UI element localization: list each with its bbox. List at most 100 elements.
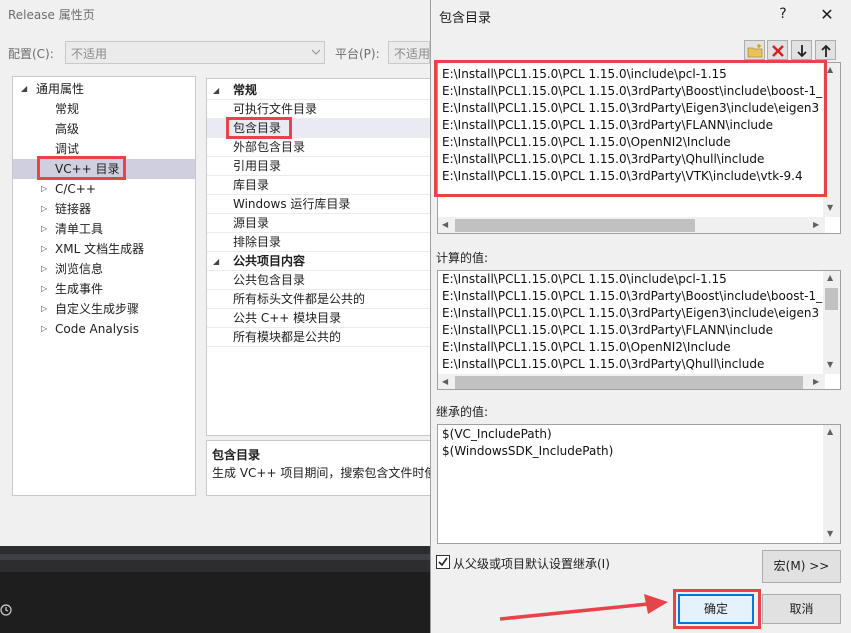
inherited-values-list[interactable]: $(WindowsSDK_IncludePath) $(VC_IncludePat… xyxy=(437,424,841,544)
tree-item[interactable]: 调试 xyxy=(13,139,195,159)
tree-item[interactable]: ◢ 通用属性 xyxy=(13,79,195,99)
configuration-label: 配置(C): xyxy=(8,47,54,61)
property-row[interactable]: 引用目录 xyxy=(207,157,431,176)
expand-chevron-icon[interactable]: ▷ xyxy=(41,179,47,199)
path-line[interactable]: E:\Install\PCL1.15.0\PCL 1.15.0\3rdParty… xyxy=(442,83,837,100)
path-line[interactable]: E:\Install\PCL1.15.0\PCL 1.15.0\3rdParty… xyxy=(442,100,819,117)
path-line: E:\Install\PCL1.15.0\PCL 1.15.0\3rdParty… xyxy=(442,289,838,303)
arrow-up-icon xyxy=(821,44,831,57)
inherited-vertical-scrollbar[interactable]: ▲ ▼ xyxy=(823,425,840,543)
property-row[interactable]: 所有模块都是公共的 xyxy=(207,328,431,347)
tree-item[interactable]: ▷ 生成事件 xyxy=(13,279,195,299)
tree-item-label: 自定义生成步骤 xyxy=(55,302,140,316)
tree-item[interactable]: ▷ 浏览信息 xyxy=(13,259,195,279)
platform-label: 平台(P): xyxy=(335,47,380,61)
property-row[interactable]: 源目录 xyxy=(207,214,431,233)
property-row[interactable]: Windows 运行库目录 xyxy=(207,195,431,214)
property-row[interactable]: 包含目录 xyxy=(207,119,431,138)
window-title: Release 属性页 xyxy=(8,8,95,22)
path-line[interactable]: E:\Install\PCL1.15.0\PCL 1.15.0\include\… xyxy=(442,66,727,83)
property-label: 公共项目内容 xyxy=(233,254,306,268)
help-button[interactable]: ? xyxy=(775,6,791,22)
include-paths-editor[interactable]: E:\Install\PCL1.15.0\PCL 1.15.0\3rdParty… xyxy=(437,62,841,234)
expand-chevron-icon[interactable]: ▷ xyxy=(41,219,47,239)
property-row[interactable]: 可执行文件目录 xyxy=(207,100,431,119)
ok-button[interactable]: 确定 xyxy=(678,594,754,624)
move-up-button[interactable] xyxy=(815,40,836,60)
tree-item-label: 清单工具 xyxy=(55,222,104,236)
tree-item-label: VC++ 目录 xyxy=(55,162,120,176)
platform-dropdown[interactable]: 不适用 xyxy=(388,41,430,64)
path-line: $(VC_IncludePath) xyxy=(442,427,552,441)
dialog-title: 包含目录 xyxy=(439,11,492,26)
new-folder-icon xyxy=(747,44,763,58)
tree-item-label: 链接器 xyxy=(55,202,92,216)
property-label: 包含目录 xyxy=(233,121,282,135)
configuration-dropdown[interactable]: 不适用 xyxy=(65,41,325,64)
include-vertical-scrollbar[interactable]: ▲ ▼ xyxy=(823,63,840,217)
macros-button[interactable]: 宏(M) >> xyxy=(762,550,841,583)
expand-chevron-icon[interactable]: ◢ xyxy=(21,79,27,99)
path-line: $(WindowsSDK_IncludePath) xyxy=(442,444,614,458)
property-label: Windows 运行库目录 xyxy=(233,197,351,211)
tree-item-label: 高级 xyxy=(55,122,80,136)
property-row[interactable]: 所有标头文件都是公共的 xyxy=(207,290,431,309)
tree-item[interactable]: ▷ 清单工具 xyxy=(13,219,195,239)
arrow-down-icon xyxy=(797,45,807,58)
checkmark-icon xyxy=(438,557,448,567)
evaluated-values-list[interactable]: E:\Install\PCL1.15.0\PCL 1.15.0\3rdParty… xyxy=(437,270,841,390)
expand-chevron-icon[interactable]: ▷ xyxy=(41,259,47,279)
expand-chevron-icon[interactable]: ▷ xyxy=(41,279,47,299)
expand-chevron-icon[interactable]: ▷ xyxy=(41,299,47,319)
move-down-button[interactable] xyxy=(791,40,812,60)
tree-item[interactable]: ▷ XML 文档生成器 xyxy=(13,239,195,259)
property-category[interactable]: ◢ 公共项目内容 xyxy=(207,252,431,271)
expand-chevron-icon[interactable]: ▷ xyxy=(41,199,47,219)
tree-item-label: 通用属性 xyxy=(36,82,85,96)
expand-chevron-icon[interactable]: ▷ xyxy=(41,239,47,259)
delete-icon xyxy=(772,45,784,57)
tree-item[interactable]: 常规 xyxy=(13,99,195,119)
tree-item[interactable]: 高级 xyxy=(13,119,195,139)
new-line-button[interactable] xyxy=(744,40,765,60)
tree-item[interactable]: ▷ Code Analysis xyxy=(13,319,195,339)
include-directories-dialog: 包含目录 ? ✕ E:\Install\PCL1.15.0\PCL 1.15.0… xyxy=(430,0,851,633)
path-line[interactable]: E:\Install\PCL1.15.0\PCL 1.15.0\OpenNI2\… xyxy=(442,134,731,151)
property-row[interactable]: 排除目录 xyxy=(207,233,431,252)
property-row[interactable]: 公共 C++ 模块目录 xyxy=(207,309,431,328)
close-button[interactable]: ✕ xyxy=(819,5,835,24)
tree-item[interactable]: ▷ 自定义生成步骤 xyxy=(13,299,195,319)
editor-dark-area xyxy=(0,572,430,633)
property-row[interactable]: 库目录 xyxy=(207,176,431,195)
tree-item[interactable]: ▷ C/C++ xyxy=(13,179,195,199)
inherit-checkbox[interactable] xyxy=(436,555,450,569)
expand-chevron-icon[interactable]: ▷ xyxy=(41,319,47,339)
tree-item[interactable]: VC++ 目录 xyxy=(13,159,195,179)
property-category[interactable]: ◢ 常规 xyxy=(207,81,431,100)
tree-item-label: C/C++ xyxy=(55,182,96,196)
property-label: 所有模块都是公共的 xyxy=(233,330,342,344)
tree-item-label: Code Analysis xyxy=(55,322,139,336)
evaluated-horizontal-scrollbar[interactable]: ◀ ▶ xyxy=(438,374,825,389)
inherit-checkbox-label[interactable]: 从父级或项目默认设置继承(I) xyxy=(453,555,610,572)
path-line[interactable]: E:\Install\PCL1.15.0\PCL 1.15.0\3rdParty… xyxy=(442,117,773,134)
editor-dark-bar xyxy=(0,546,430,572)
path-line: E:\Install\PCL1.15.0\PCL 1.15.0\OpenNI2\… xyxy=(442,340,731,354)
property-label: 所有标头文件都是公共的 xyxy=(233,292,366,306)
delete-button[interactable] xyxy=(767,40,788,60)
path-line[interactable]: E:\Install\PCL1.15.0\PCL 1.15.0\3rdParty… xyxy=(442,168,803,185)
property-label: 库目录 xyxy=(233,178,270,192)
evaluated-vertical-scrollbar[interactable]: ▲ ▼ xyxy=(823,271,840,374)
description-title: 包含目录 xyxy=(212,448,261,462)
path-line[interactable]: E:\Install\PCL1.15.0\PCL 1.15.0\3rdParty… xyxy=(442,151,764,168)
collapse-chevron-icon[interactable]: ◢ xyxy=(213,252,219,271)
clock-icon xyxy=(0,604,12,616)
property-label: 公共包含目录 xyxy=(233,273,306,287)
property-row[interactable]: 公共包含目录 xyxy=(207,271,431,290)
tree-item-label: 调试 xyxy=(55,142,80,156)
collapse-chevron-icon[interactable]: ◢ xyxy=(213,81,219,100)
cancel-button[interactable]: 取消 xyxy=(762,594,841,624)
tree-item[interactable]: ▷ 链接器 xyxy=(13,199,195,219)
property-row[interactable]: 外部包含目录 xyxy=(207,138,431,157)
include-horizontal-scrollbar[interactable]: ◀ ▶ xyxy=(438,217,825,233)
